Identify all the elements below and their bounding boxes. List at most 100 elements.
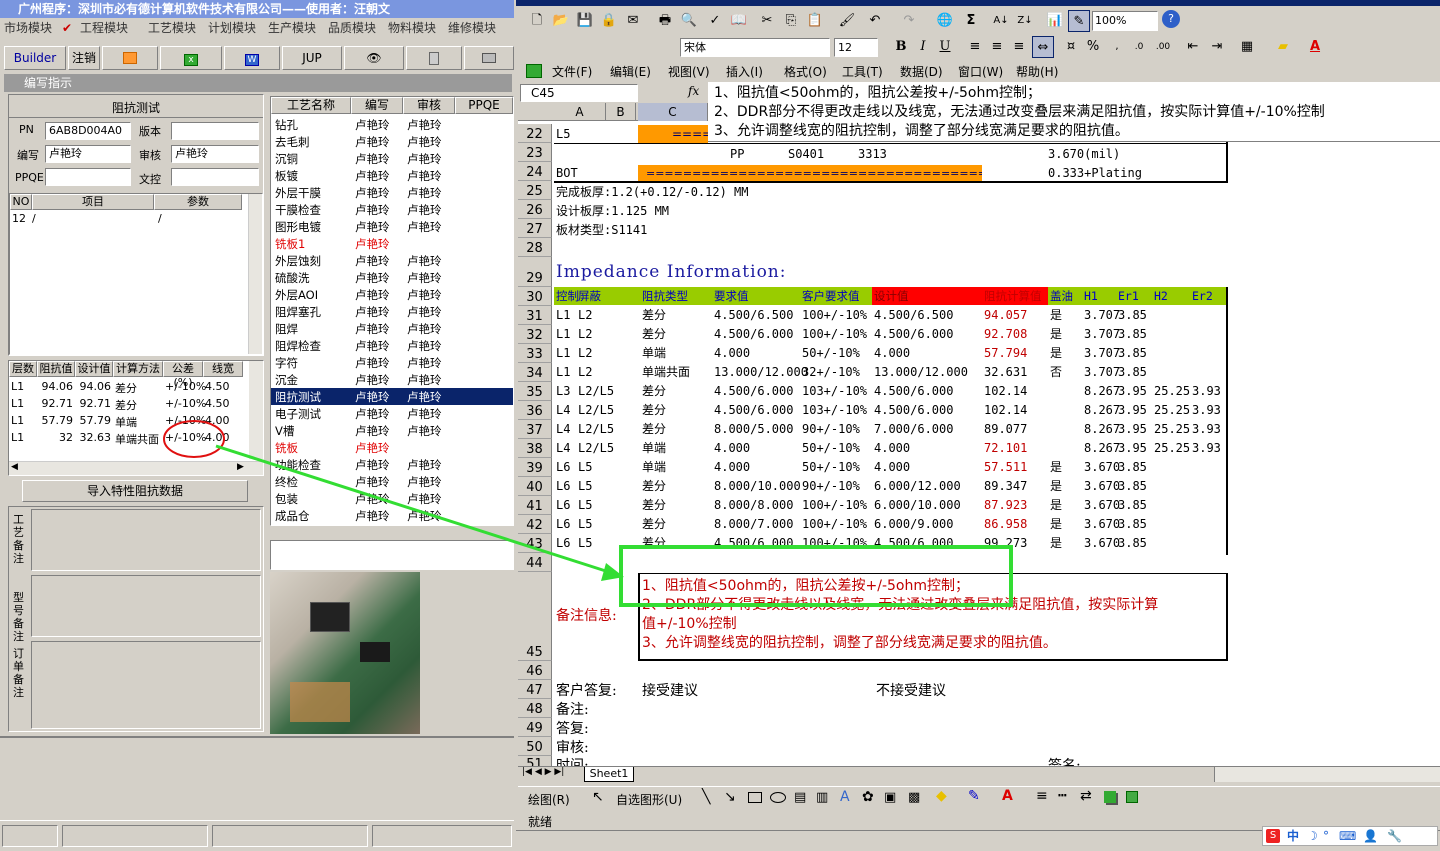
menu-window[interactable]: 窗口(W) bbox=[958, 62, 1003, 82]
font-color-draw-icon[interactable]: A bbox=[1002, 788, 1013, 804]
autoshapes-menu[interactable]: 自选图形(U) bbox=[616, 791, 682, 808]
impedance-table[interactable]: 层数 阻抗值 设计值 计算方法 公差(%) 线宽 L1 94.06 94.06 差分 +/-10%… bbox=[8, 360, 264, 476]
keyboard-icon[interactable]: ⌨ bbox=[1339, 827, 1356, 845]
row-header[interactable]: 43 bbox=[518, 534, 552, 553]
version-field[interactable] bbox=[171, 122, 259, 140]
fill-color-draw-icon[interactable]: ◆ bbox=[936, 788, 947, 804]
audit-label[interactable]: 审核: bbox=[556, 737, 589, 757]
cell-pp[interactable]: PP bbox=[730, 145, 744, 164]
imp-data-row[interactable]: L4 L2/L5 单端 4.000 50+/-10% 4.000 72.101 8.267 3.… bbox=[554, 439, 1228, 458]
sheet1-tab[interactable]: Sheet1 bbox=[584, 767, 634, 782]
col-c[interactable]: C bbox=[638, 103, 708, 121]
order-note-field[interactable] bbox=[31, 641, 261, 729]
imp-col-header[interactable]: 阻抗值 bbox=[37, 361, 75, 377]
font-color-icon[interactable]: A bbox=[1304, 36, 1326, 58]
process-row[interactable]: 电子测试 卢艳玲 卢艳玲 bbox=[271, 405, 513, 422]
rectangle-icon[interactable] bbox=[748, 792, 762, 803]
imp-data-row[interactable]: L3 L2/L5 差分 4.500/6.000 103+/-10% 4.500/6.000… bbox=[554, 382, 1228, 401]
process-table[interactable]: 工艺名称 编写 审核 PPQE 钻孔 卢艳玲 卢艳玲 去毛刺 卢艳玲 卢艳玲 沉铜 卢艳玲 卢艳玲 板镀… bbox=[270, 96, 514, 526]
moon-icon[interactable]: ☽ bbox=[1307, 827, 1318, 845]
process-row[interactable]: 终检 卢艳玲 卢艳玲 bbox=[271, 473, 513, 490]
font-name-select[interactable]: 宋体 bbox=[680, 38, 830, 57]
process-row[interactable]: 外层AOI 卢艳玲 卢艳玲 bbox=[271, 286, 513, 303]
font-size-select[interactable]: 12 bbox=[834, 38, 878, 57]
arrow-style-icon[interactable]: ⇄ bbox=[1080, 788, 1092, 804]
row-header[interactable]: 30 bbox=[518, 287, 552, 306]
powerpoint-icon[interactable] bbox=[102, 46, 158, 70]
writer-field[interactable]: 卢艳玲 bbox=[45, 145, 131, 163]
wrench-icon[interactable]: 🔧 bbox=[1387, 827, 1402, 845]
imp-data-row[interactable]: L6 L5 单端 4.000 50+/-10% 4.000 57.511 是 3.670 3.85 bbox=[554, 458, 1228, 477]
process-row[interactable]: 阻焊检查 卢艳玲 卢艳玲 bbox=[271, 337, 513, 354]
cut-icon[interactable]: ✂ bbox=[756, 10, 778, 32]
imp-data-row[interactable]: L6 L5 差分 8.000/10.000 90+/-10% 6.000/12.000 89… bbox=[554, 477, 1228, 496]
imp-data-row[interactable]: L1 L2 差分 4.500/6.000 100+/-10% 4.500/6.000 92.… bbox=[554, 325, 1228, 344]
imp-header-cell[interactable]: 盖油 bbox=[1050, 287, 1073, 306]
row-header[interactable]: 26 bbox=[518, 200, 552, 219]
print-icon[interactable]: 🖶 bbox=[654, 10, 676, 32]
imp-header-cell[interactable]: H2 bbox=[1154, 287, 1168, 306]
scroll-right-icon[interactable]: ▶ bbox=[237, 462, 244, 472]
imp-row[interactable]: L1 32 32.63 单端共面 +/-10% 4.00 bbox=[9, 430, 249, 447]
fx-icon[interactable]: fx bbox=[688, 84, 699, 98]
process-row[interactable]: 板镀 卢艳玲 卢艳玲 bbox=[271, 167, 513, 184]
menu-data[interactable]: 数据(D) bbox=[900, 62, 943, 82]
excel-icon[interactable]: x bbox=[160, 46, 222, 70]
param-col-item[interactable]: 项目 bbox=[32, 194, 154, 210]
menu-material[interactable]: 物料模块 bbox=[388, 18, 436, 38]
process-row[interactable]: 功能检查 卢艳玲 卢艳玲 bbox=[271, 456, 513, 473]
menu-engineering[interactable]: 工程模块 bbox=[80, 18, 128, 38]
paste-icon[interactable]: 📋 bbox=[804, 10, 826, 32]
row-header[interactable]: 51 bbox=[518, 756, 552, 766]
printer-icon[interactable] bbox=[464, 46, 514, 70]
row-header[interactable]: 22 bbox=[518, 124, 552, 143]
worksheet-grid[interactable]: A B C 22 23 24 25 26 27 28 29 30 31 32 33 34 35 36 37 38… bbox=[518, 103, 1440, 766]
select-objects-icon[interactable]: ↖ bbox=[592, 789, 604, 805]
menu-help[interactable]: 帮助(H) bbox=[1016, 62, 1058, 82]
reply-label[interactable]: 客户答复: bbox=[556, 680, 617, 700]
remark-cell[interactable]: 1、阻抗值<50ohm的，阻抗公差按+/-5ohm控制； 2、DDR部分不得更改… bbox=[638, 573, 1228, 661]
imp-header-cell[interactable]: 要求值 bbox=[714, 287, 749, 306]
align-center-icon[interactable]: ≡ bbox=[986, 36, 1008, 58]
row-header[interactable]: 32 bbox=[518, 325, 552, 344]
row-header[interactable]: 23 bbox=[518, 143, 552, 162]
undo-icon[interactable]: ↶ bbox=[864, 10, 886, 32]
cell-thickness[interactable]: 3.670(mil) bbox=[1048, 145, 1120, 164]
process-row[interactable]: 外层干膜 卢艳玲 卢艳玲 bbox=[271, 184, 513, 201]
chart-wizard-icon[interactable]: 📊 bbox=[1044, 10, 1066, 32]
currency-icon[interactable]: ¤ bbox=[1060, 36, 1082, 58]
menu-edit[interactable]: 编辑(E) bbox=[610, 62, 651, 82]
param-col-value[interactable]: 参数 bbox=[154, 194, 242, 210]
review-field[interactable]: 卢艳玲 bbox=[171, 145, 259, 163]
param-table[interactable]: NO 项目 参数 12 / / bbox=[9, 193, 263, 355]
row-header[interactable]: 29 bbox=[518, 257, 552, 287]
process-col-header[interactable]: 工艺名称 bbox=[271, 97, 351, 114]
imp-row[interactable]: L1 57.79 57.79 单端 +/-10% 4.00 bbox=[9, 413, 249, 430]
drawing-toggle-icon[interactable]: ✎ bbox=[1068, 10, 1090, 32]
process-row[interactable]: 沉金 卢艳玲 卢艳玲 bbox=[271, 371, 513, 388]
eye-icon[interactable]: 👁 bbox=[344, 46, 404, 70]
row-header[interactable]: 49 bbox=[518, 718, 552, 737]
row-header[interactable]: 41 bbox=[518, 496, 552, 515]
row-header[interactable]: 46 bbox=[518, 661, 552, 680]
imp-data-row[interactable]: L1 L2 单端 4.000 50+/-10% 4.000 57.794 是 3.707 3.85 bbox=[554, 344, 1228, 363]
permission-icon[interactable]: 🔒 bbox=[598, 10, 620, 32]
zoom-select[interactable]: 100% bbox=[1092, 11, 1158, 31]
horizontal-scrollbar[interactable] bbox=[1214, 767, 1440, 782]
textbox-icon[interactable]: ▤ bbox=[794, 790, 806, 805]
print-preview-icon[interactable]: 🔍 bbox=[678, 10, 700, 32]
impedance-hscroll[interactable]: ◀ ▶ bbox=[9, 461, 263, 475]
process-row[interactable]: 沉铜 卢艳玲 卢艳玲 bbox=[271, 150, 513, 167]
process-row[interactable]: 铣板1 卢艳玲 bbox=[271, 235, 513, 252]
word-icon[interactable]: W bbox=[224, 46, 280, 70]
builder-button[interactable]: Builder bbox=[4, 46, 66, 70]
row-header[interactable]: 40 bbox=[518, 477, 552, 496]
line-style-icon[interactable]: ≡ bbox=[1036, 788, 1048, 804]
row-header[interactable]: 37 bbox=[518, 420, 552, 439]
imp-header-cell[interactable]: 客户要求值 bbox=[802, 287, 860, 306]
merge-center-icon[interactable]: ⇔ bbox=[1032, 36, 1054, 58]
process-row[interactable]: V槽 卢艳玲 卢艳玲 bbox=[271, 422, 513, 439]
imp-col-header[interactable]: 计算方法 bbox=[113, 361, 163, 377]
align-right-icon[interactable]: ≡ bbox=[1008, 36, 1030, 58]
scroll-left-icon[interactable]: ◀ bbox=[11, 462, 18, 472]
